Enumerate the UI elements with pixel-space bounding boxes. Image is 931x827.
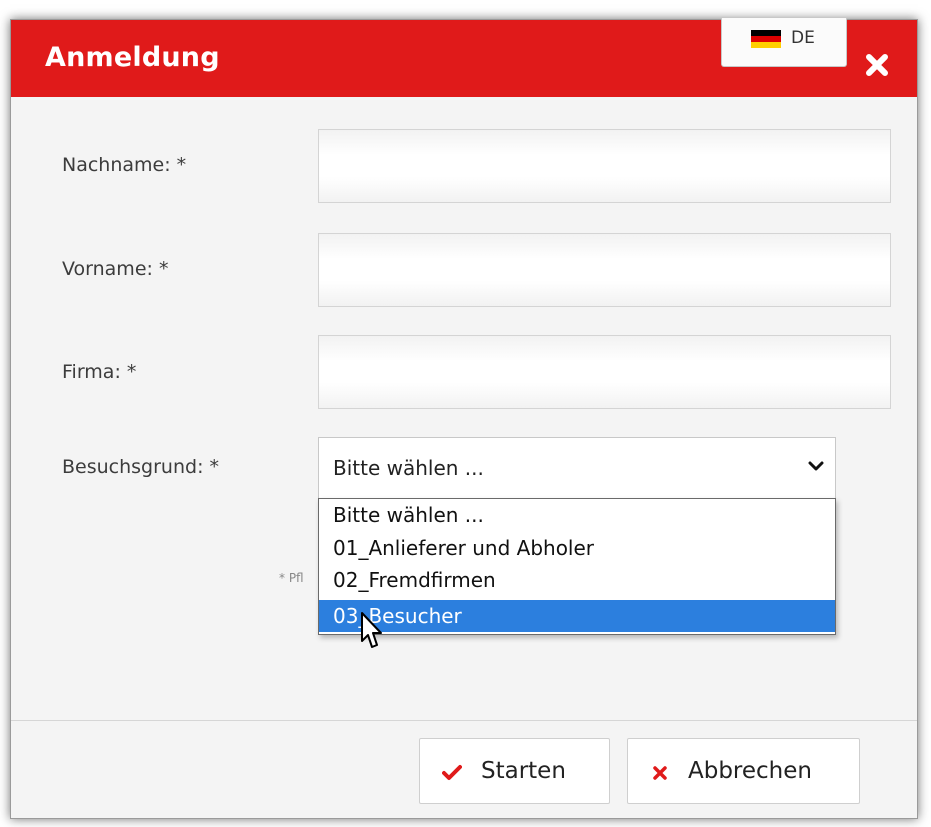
- dropdown-option-highlighted[interactable]: 03_Besucher: [319, 600, 835, 632]
- language-selector-button[interactable]: DE: [721, 18, 847, 67]
- dropdown-option[interactable]: 02_Fremdfirmen: [319, 564, 835, 596]
- dropdown-option[interactable]: Bitte wählen ...: [319, 499, 835, 531]
- visit-reason-select[interactable]: Bitte wählen ...: [318, 437, 836, 499]
- chevron-down-icon: [808, 461, 824, 471]
- close-icon[interactable]: [864, 52, 890, 78]
- footer-divider: [11, 720, 917, 721]
- firstname-input[interactable]: [318, 233, 891, 307]
- dropdown-option[interactable]: 01_Anlieferer und Abholer: [319, 532, 835, 564]
- required-fields-hint: * Pfl: [279, 571, 304, 585]
- company-label: Firma: *: [62, 361, 137, 383]
- visit-reason-selected-value: Bitte wählen ...: [333, 456, 484, 480]
- visit-reason-label: Besuchsgrund: *: [62, 456, 220, 478]
- firstname-label: Vorname: *: [62, 258, 169, 280]
- dialog-title: Anmeldung: [45, 42, 220, 73]
- cancel-button-label: Abbrechen: [688, 758, 812, 784]
- lastname-label: Nachname: *: [62, 154, 187, 176]
- mouse-pointer-icon: [361, 612, 382, 648]
- company-input[interactable]: [318, 335, 891, 409]
- visit-reason-dropdown-list: Bitte wählen ... 01_Anlieferer und Abhol…: [318, 498, 836, 635]
- start-button[interactable]: Starten: [419, 738, 610, 804]
- login-dialog: Anmeldung DE Nachname: * Vorname: * Firm…: [10, 18, 918, 819]
- cancel-x-icon: [653, 766, 667, 780]
- checkmark-icon: [442, 765, 462, 780]
- language-label: DE: [791, 28, 815, 48]
- lastname-input[interactable]: [318, 129, 891, 203]
- start-button-label: Starten: [481, 758, 566, 784]
- dialog-header: Anmeldung DE: [11, 18, 917, 97]
- german-flag-icon: [751, 30, 781, 48]
- cancel-button[interactable]: Abbrechen: [627, 738, 860, 804]
